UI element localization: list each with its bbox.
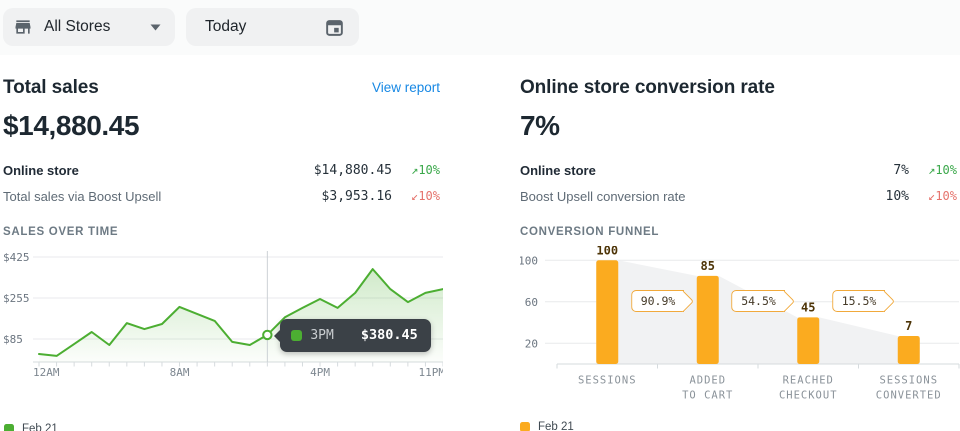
tooltip-time: 3PM [310, 328, 333, 343]
funnel-chart-area: 100 60 20 100 SESSIONS 85 ADDED TO CART 45 REACHE… [520, 246, 957, 408]
calendar-icon [324, 17, 345, 38]
conversion-panel: Online store conversion rate 7% Online s… [520, 55, 957, 431]
svg-text:$85: $85 [3, 333, 23, 346]
conversion-badge: 15.5% [832, 290, 886, 312]
svg-text:CONVERTED: CONVERTED [876, 390, 942, 402]
svg-text:ADDED: ADDED [689, 375, 726, 387]
svg-text:REACHED: REACHED [783, 375, 834, 387]
conversion-badge: 90.9% [631, 290, 685, 312]
dashboard: Total sales View report $14,880.45 Onlin… [0, 55, 960, 431]
conversion-funnel-label: CONVERSION FUNNEL [520, 226, 957, 238]
sales-chart-area: $425 $255 $85 12AM 8AM 4PM 11PM 3PM $380.45 [3, 246, 440, 381]
total-sales-title: Total sales [3, 77, 99, 99]
svg-text:CHECKOUT: CHECKOUT [779, 390, 838, 402]
sales-line-chart[interactable]: $425 $255 $85 12AM 8AM 4PM 11PM [3, 246, 443, 376]
metric-row-boost-upsell-rate: Boost Upsell conversion rate 10% ↙10% [520, 183, 957, 209]
svg-text:100: 100 [596, 246, 618, 257]
metric-value: 7% [809, 163, 909, 178]
metric-value: $14,880.45 [292, 163, 392, 178]
chart-tooltip: 3PM $380.45 [280, 319, 430, 352]
delta-badge-up: ↗10% [392, 163, 440, 177]
topbar: All Stores Today [0, 0, 960, 55]
svg-text:60: 60 [525, 296, 538, 309]
svg-text:100: 100 [520, 254, 538, 267]
metric-value: $3,953.16 [292, 189, 392, 204]
view-report-link[interactable]: View report [372, 80, 440, 95]
tooltip-series-swatch [291, 330, 302, 341]
sales-legend: Feb 21 [4, 423, 440, 431]
chevron-down-icon [150, 24, 161, 31]
sales-over-time-label: SALES OVER TIME [3, 226, 440, 238]
delta-badge-up: ↗10% [909, 163, 957, 177]
svg-text:12AM: 12AM [33, 366, 60, 376]
store-selector-label: All Stores [44, 18, 110, 36]
legend-swatch-orange [520, 422, 530, 431]
delta-badge-down: ↙10% [392, 189, 440, 203]
total-sales-panel: Total sales View report $14,880.45 Onlin… [3, 55, 440, 431]
total-sales-value: $14,880.45 [3, 110, 440, 142]
svg-text:7: 7 [905, 319, 912, 333]
svg-text:85: 85 [701, 259, 715, 273]
conversion-funnel-chart[interactable]: 100 60 20 100 SESSIONS 85 ADDED TO CART 45 REACHE… [520, 246, 960, 403]
funnel-legend: Feb 21 [520, 421, 957, 431]
legend-label: Feb 21 [538, 421, 574, 431]
conversion-value: 7% [520, 110, 957, 142]
svg-text:SESSIONS: SESSIONS [879, 375, 938, 387]
svg-text:SESSIONS: SESSIONS [578, 375, 637, 387]
svg-text:TO CART: TO CART [682, 390, 733, 402]
conversion-badge: 54.5% [731, 290, 785, 312]
store-icon [13, 17, 33, 37]
svg-text:$255: $255 [3, 292, 30, 305]
tooltip-value: $380.45 [361, 327, 418, 343]
legend-label: Feb 21 [22, 423, 58, 431]
store-selector-button[interactable]: All Stores [3, 8, 175, 46]
svg-text:$425: $425 [3, 251, 30, 264]
metric-row-online-store-rate: Online store 7% ↗10% [520, 157, 957, 183]
legend-swatch-green [4, 424, 14, 431]
svg-text:20: 20 [525, 337, 538, 350]
conversion-title: Online store conversion rate [520, 77, 775, 99]
metric-value: 10% [809, 189, 909, 204]
svg-text:45: 45 [801, 300, 815, 314]
date-range-label: Today [205, 18, 246, 36]
metric-row-online-store: Online store $14,880.45 ↗10% [3, 157, 440, 183]
svg-text:8AM: 8AM [170, 366, 190, 376]
date-range-button[interactable]: Today [186, 8, 359, 46]
metric-row-boost-upsell: Total sales via Boost Upsell $3,953.16 ↙… [3, 183, 440, 209]
svg-text:11PM: 11PM [419, 366, 444, 376]
delta-badge-down: ↙10% [909, 189, 957, 203]
svg-text:4PM: 4PM [310, 366, 330, 376]
